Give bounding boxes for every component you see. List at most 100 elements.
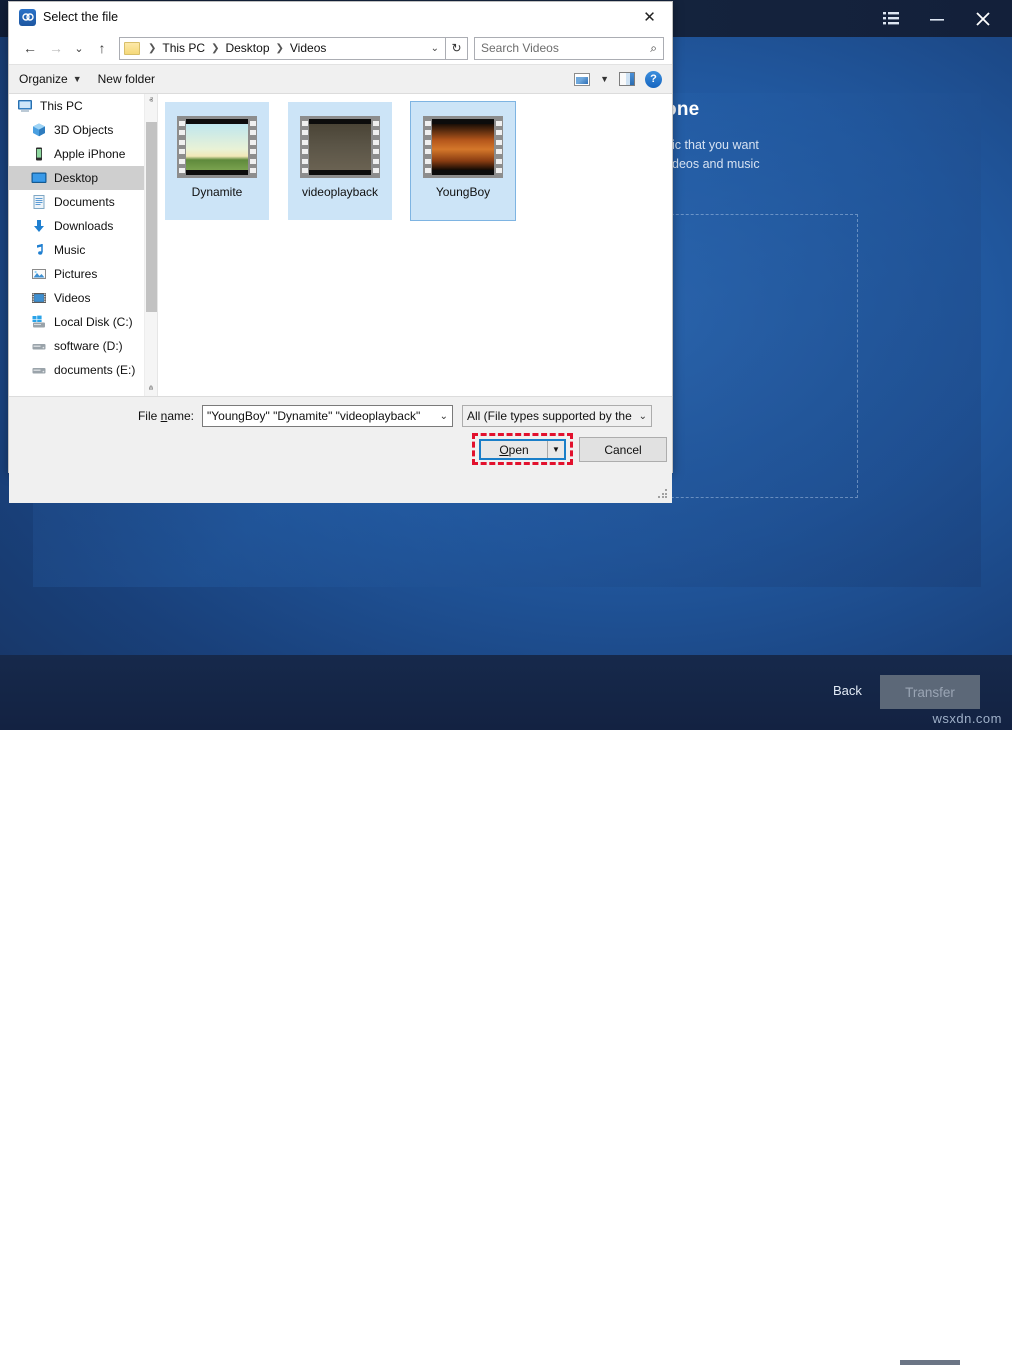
chevron-down-icon[interactable]: ⌄ [639,411,647,422]
scrollbar-thumb[interactable] [146,122,157,312]
video-thumbnail-icon [423,116,503,178]
sidebar-item-label: Desktop [54,171,98,185]
scroll-down-icon[interactable]: ⱞ [145,382,157,396]
sidebar-item-label: Apple iPhone [54,147,125,161]
sidebar-item-desktop[interactable]: Desktop [9,166,157,190]
filename-row: File name: "YoungBoy" "Dynamite" "videop… [9,405,672,427]
breadcrumb-desktop[interactable]: Desktop [223,41,271,55]
filetype-select[interactable]: All (File types supported by the ⌄ [462,405,652,427]
breadcrumb-separator-1: ❯ [207,43,223,54]
resize-grip[interactable] [658,489,669,500]
search-placeholder: Search Videos [481,41,559,55]
downloads-icon [31,218,47,234]
film-sprockets-left [423,116,432,178]
sidebar-item-label: This PC [40,99,83,113]
file-name-label: videoplayback [302,185,378,199]
sidebar-item-label: Documents [54,195,115,209]
sidebar-item-this-pc[interactable]: This PC [9,94,157,118]
thumbnail-image [432,124,494,170]
back-button[interactable]: Back [833,683,862,698]
file-item-dynamite[interactable]: Dynamite [165,102,269,220]
computer-icon [17,98,33,114]
dialog-titlebar: Select the file ✕ [9,2,672,32]
filename-input[interactable]: "YoungBoy" "Dynamite" "videoplayback" ⌄ [202,405,453,427]
scroll-up-icon[interactable]: ⱏ [145,94,157,108]
disk-icon [31,338,47,354]
film-sprockets-left [177,116,186,178]
open-dropdown-icon[interactable]: ▼ [547,441,564,458]
filename-label-post: ame: [167,409,194,423]
sidebar-item-documents[interactable]: Documents [9,190,157,214]
dialog-command-bar: Organize ▼ New folder ▼ ? [9,64,672,94]
help-icon[interactable]: ? [645,71,662,88]
new-folder-button[interactable]: New folder [98,72,155,86]
open-button-label: Open [481,443,547,457]
sidebar-item-label: software (D:) [54,339,123,353]
film-sprockets-right [494,116,503,178]
nav-up-icon[interactable]: ↑ [89,35,115,61]
sidebar-item-label: Pictures [54,267,97,281]
phone-icon [31,146,47,162]
file-grid: Dynamite videoplayback [165,102,515,220]
search-icon: ⌕ [650,41,657,56]
sidebar-item-videos[interactable]: Videos [9,286,157,310]
minimize-icon[interactable] [916,1,958,37]
sidebar-item-pictures[interactable]: Pictures [9,262,157,286]
breadcrumb-this-pc[interactable]: This PC [160,41,207,55]
sidebar-item-label: 3D Objects [54,123,113,137]
music-icon [31,242,47,258]
file-item-youngboy[interactable]: YoungBoy [411,102,515,220]
sidebar-item-local-disk-c[interactable]: Local Disk (C:) [9,310,157,334]
windows-disk-icon [31,314,47,330]
film-sprockets-right [248,116,257,178]
thumbnail-image [186,124,248,170]
chevron-down-icon[interactable]: ⌄ [440,411,448,422]
file-list-pane[interactable]: Dynamite videoplayback [158,94,672,396]
sidebar-item-3d-objects[interactable]: 3D Objects [9,118,157,142]
navigation-tree-pane[interactable]: This PC 3D Objects [9,94,158,396]
tree-scrollbar[interactable]: ⱏ ⱞ [144,94,157,396]
refresh-icon[interactable]: ↻ [446,37,468,60]
nav-recent-locations-icon[interactable]: ⌄ [69,35,89,61]
sidebar-item-label: Music [54,243,85,257]
organize-button[interactable]: Organize ▼ [19,72,82,86]
select-file-dialog: Select the file ✕ ← → ⌄ ↑ ❯ This PC ❯ De… [8,1,673,473]
dialog-close-icon[interactable]: ✕ [627,2,672,32]
thumbnail-frame [186,119,248,175]
sidebar-item-label: Local Disk (C:) [54,315,133,329]
footer-nub [900,1360,960,1365]
cancel-button[interactable]: Cancel [579,437,667,462]
sidebar-item-music[interactable]: Music [9,238,157,262]
video-thumbnail-icon [300,116,380,178]
chevron-down-icon: ▼ [73,74,82,84]
close-icon[interactable] [962,1,1004,37]
nav-back-icon[interactable]: ← [17,35,43,61]
pictures-icon [31,266,47,282]
sidebar-item-software-d[interactable]: software (D:) [9,334,157,358]
new-folder-label: New folder [98,72,155,86]
file-item-videoplayback[interactable]: videoplayback [288,102,392,220]
filename-label-pre: File [138,409,161,423]
search-input[interactable]: Search Videos ⌕ [474,37,664,60]
thumbnail-image [309,124,371,170]
sidebar-item-label: Downloads [54,219,113,233]
sidebar-item-label: Videos [54,291,90,305]
preview-pane-icon[interactable] [619,72,635,86]
sidebar-item-apple-iphone[interactable]: Apple iPhone [9,142,157,166]
cube-icon [31,122,47,138]
video-thumbnail-icon [177,116,257,178]
app-logo-icon [19,9,36,26]
filename-label: File name: [9,409,202,423]
sidebar-item-documents-e[interactable]: documents (E:) [9,358,157,382]
address-bar[interactable]: ❯ This PC ❯ Desktop ❯ Videos ⌄ [119,37,446,60]
transfer-button[interactable]: Transfer [880,675,980,709]
menu-icon[interactable] [870,1,912,37]
breadcrumb-separator-2: ❯ [272,43,288,54]
chevron-down-icon[interactable]: ⌄ [425,43,445,54]
breadcrumb-videos[interactable]: Videos [288,41,328,55]
chevron-down-icon[interactable]: ▼ [600,74,609,84]
dialog-navbar: ← → ⌄ ↑ ❯ This PC ❯ Desktop ❯ Videos ⌄ ↻… [9,32,672,64]
view-mode-icon[interactable] [574,73,590,86]
open-button[interactable]: Open ▼ [479,439,566,460]
sidebar-item-downloads[interactable]: Downloads [9,214,157,238]
